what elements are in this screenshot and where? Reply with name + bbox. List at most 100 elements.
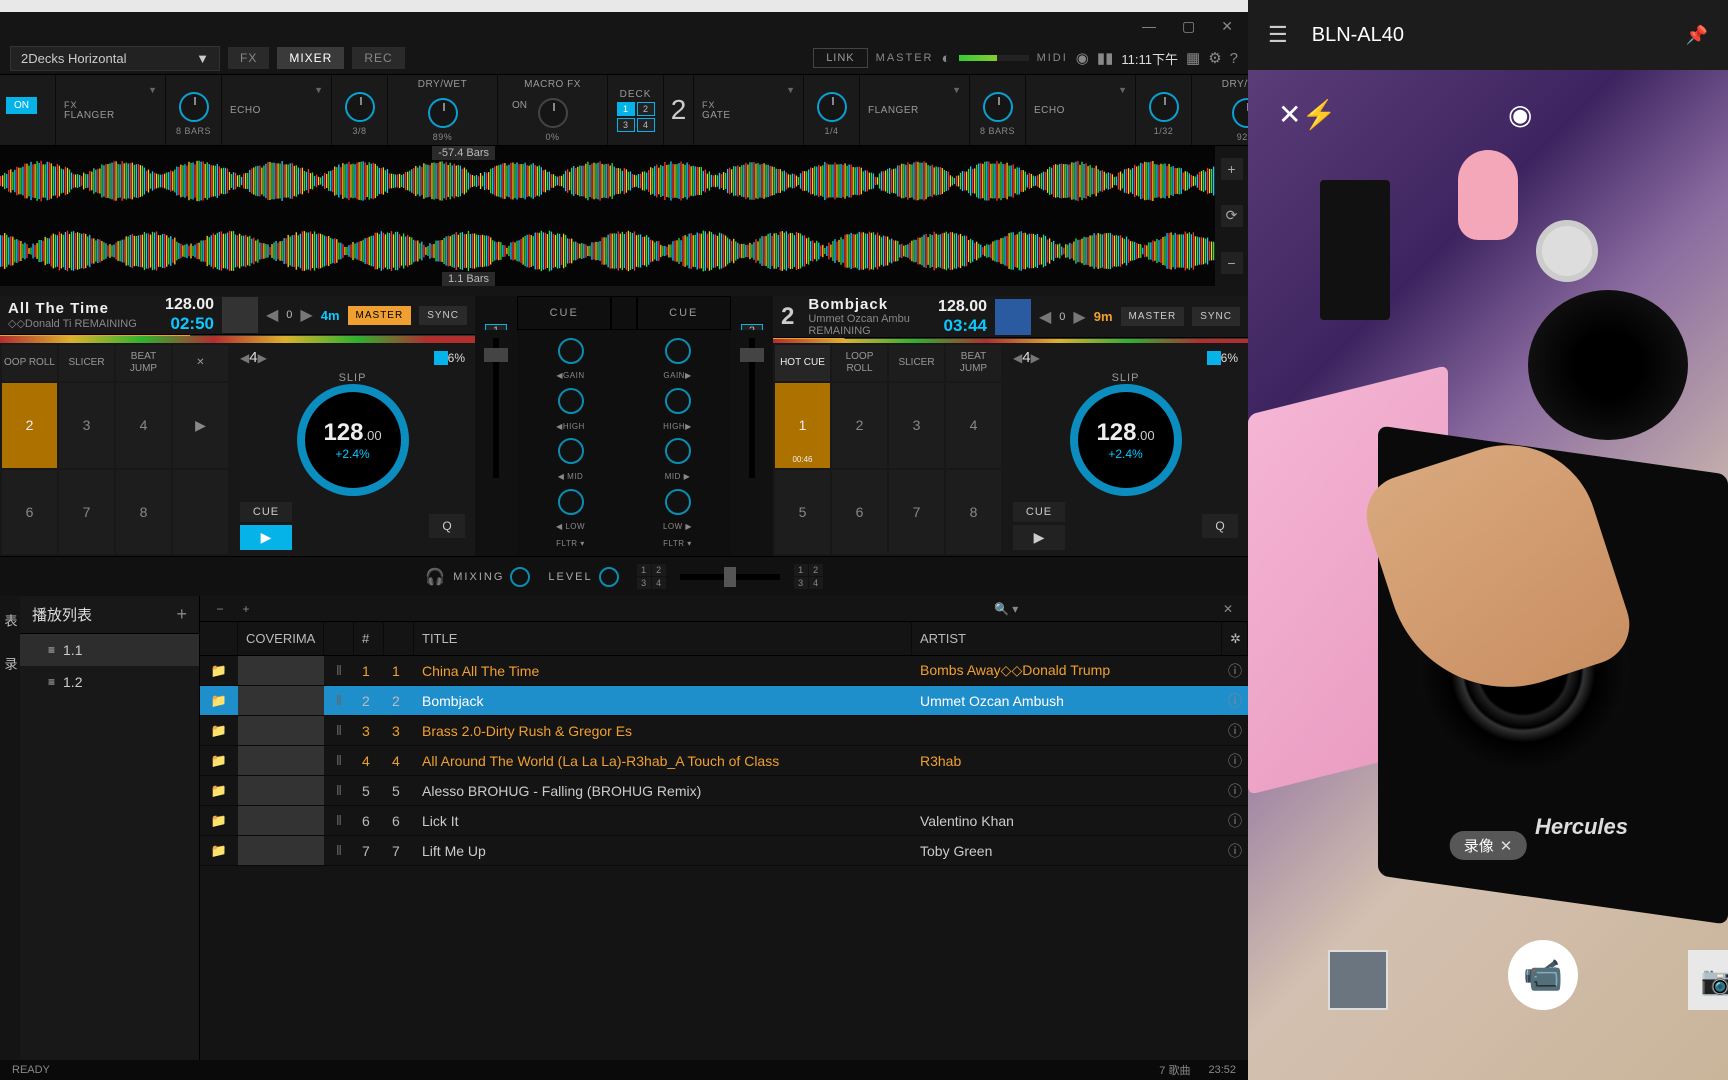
deck-a-jognum-dec[interactable]: ◀	[240, 351, 249, 365]
shutter-button[interactable]: 📹	[1508, 940, 1578, 1010]
fx1-slot2-select[interactable]: ECHO▼	[222, 75, 332, 145]
deck-b-next-icon[interactable]: ▶	[1073, 307, 1085, 327]
pad-tab-slicer-b[interactable]: SLICER	[889, 345, 944, 381]
col-settings-icon[interactable]: ✲	[1222, 622, 1248, 655]
add-playlist-icon[interactable]: +	[176, 604, 187, 625]
browser-expand-icon[interactable]: +	[238, 601, 254, 617]
track-row[interactable]: 📁⦀66Lick ItValentino Khanⓘ	[200, 806, 1248, 836]
deck-a-keylock-icon[interactable]	[434, 351, 448, 365]
fx1-slot1-knob[interactable]	[179, 92, 209, 122]
col-cover[interactable]: COVERIMA	[238, 622, 324, 655]
pad-b-4[interactable]: 4	[946, 383, 1001, 468]
wave-zoom-in[interactable]: +	[1221, 158, 1243, 180]
deck-a-slip[interactable]: SLIP	[339, 372, 367, 384]
pad-tab-close-icon[interactable]: ✕	[173, 345, 228, 381]
track-row[interactable]: 📁⦀11China All The TimeBombs Away◇◇Donald…	[200, 656, 1248, 686]
mixer-toggle[interactable]: MIXER	[277, 47, 344, 69]
pad-b-3[interactable]: 3	[889, 383, 944, 468]
track-row[interactable]: 📁⦀33Brass 2.0-Dirty Rush & Gregor Esⓘ	[200, 716, 1248, 746]
low-a[interactable]	[558, 489, 584, 515]
mid-a[interactable]	[558, 438, 584, 464]
col-hash[interactable]: #	[354, 622, 384, 655]
master-limiter-icon[interactable]: ◐	[942, 50, 951, 67]
waveform-display[interactable]: -57.4 Bars 1.1 Bars	[0, 146, 1215, 286]
settings-icon[interactable]: ⚙	[1208, 49, 1221, 67]
fx1-slot1-select[interactable]: FXFLANGER▼	[56, 75, 166, 145]
playlist-item[interactable]: ≡1.1	[20, 634, 199, 666]
low-b[interactable]	[665, 489, 691, 515]
fx1-on[interactable]: ON	[6, 97, 37, 114]
win-max-icon[interactable]: ▢	[1182, 18, 1195, 35]
browser-collapse-icon[interactable]: −	[212, 601, 228, 617]
cue-a[interactable]: CUE	[517, 296, 611, 330]
deck-a-master[interactable]: MASTER	[348, 306, 412, 325]
cue-b[interactable]: CUE	[637, 296, 731, 330]
deck-a-prev-icon[interactable]: ◀	[266, 305, 278, 325]
deck-b-keylock-icon[interactable]	[1207, 351, 1221, 365]
flash-off-icon[interactable]: ✕⚡	[1278, 98, 1336, 131]
col-artist[interactable]: ARTIST	[912, 622, 1222, 655]
rec-toggle[interactable]: REC	[352, 47, 404, 69]
deck-a-quantize[interactable]: Q	[429, 514, 465, 538]
layout-icon[interactable]: ▦	[1186, 49, 1200, 67]
browser-vertical-tabs[interactable]: 表 录	[0, 596, 20, 1060]
pad-a-3[interactable]: 4	[116, 383, 171, 468]
wave-zoom-out[interactable]: −	[1221, 252, 1243, 274]
phone-menu-icon[interactable]: ☰	[1268, 22, 1288, 48]
deck-b-play[interactable]: ▶	[1013, 525, 1065, 550]
xfade-assign-left[interactable]: 1234	[637, 564, 666, 589]
pad-a-5[interactable]: 6	[2, 470, 57, 555]
win-min-icon[interactable]: —	[1142, 18, 1156, 35]
deck-b-master[interactable]: MASTER	[1121, 307, 1185, 326]
high-a[interactable]	[558, 388, 584, 414]
deck-b-quantize[interactable]: Q	[1202, 514, 1238, 538]
pad-a-6[interactable]: 7	[59, 470, 114, 555]
pad-b-8[interactable]: 8	[946, 470, 1001, 555]
pad-tab-beatjump[interactable]: BEAT JUMP	[116, 345, 171, 381]
pad-b-7[interactable]: 7	[889, 470, 944, 555]
mixing-knob[interactable]	[510, 567, 530, 587]
midi-icon[interactable]: ◉	[1076, 49, 1089, 67]
xfade-assign-right[interactable]: 1234	[794, 564, 823, 589]
fx1-slot2-knob[interactable]	[345, 92, 375, 122]
col-title[interactable]: TITLE	[414, 622, 912, 655]
browser-close-icon[interactable]: ✕	[1220, 601, 1236, 617]
portrait-icon[interactable]: ◉	[1508, 98, 1532, 131]
fx2-s2-knob[interactable]	[983, 92, 1013, 122]
fader-a[interactable]	[493, 338, 499, 478]
pad-a-4[interactable]: ▶	[173, 383, 228, 468]
high-b[interactable]	[665, 388, 691, 414]
deck-b-sync[interactable]: SYNC	[1192, 307, 1240, 326]
help-icon[interactable]: ?	[1230, 50, 1238, 67]
pad-b-6[interactable]: 6	[832, 470, 887, 555]
fx1-macro-knob[interactable]	[538, 98, 568, 128]
pad-tab-hotcue[interactable]: HOT CUE	[775, 345, 830, 381]
pad-tab-looproll[interactable]: OOP ROLL	[2, 345, 57, 381]
gallery-thumbnail[interactable]	[1328, 950, 1388, 1010]
crossfader[interactable]	[680, 574, 780, 580]
pad-b-2[interactable]: 2	[832, 383, 887, 468]
fx1-drywet-knob[interactable]	[428, 98, 458, 128]
track-row[interactable]: 📁⦀55Alesso BROHUG - Falling (BROHUG Remi…	[200, 776, 1248, 806]
deck-a-jognum-inc[interactable]: ▶	[258, 351, 267, 365]
deck-b-jognum-inc[interactable]: ▶	[1031, 351, 1040, 365]
win-close-icon[interactable]: ✕	[1221, 18, 1233, 35]
link-button[interactable]: LINK	[813, 48, 867, 68]
level-knob[interactable]	[599, 567, 619, 587]
deck-b-jognum-dec[interactable]: ◀	[1013, 351, 1022, 365]
search-icon[interactable]: 🔍 ▾	[994, 602, 1018, 616]
filter-a[interactable]: FLTR ▾	[556, 539, 585, 548]
pad-a-8[interactable]	[173, 470, 228, 555]
photo-button[interactable]: 📷	[1688, 950, 1728, 1010]
mid-b[interactable]	[665, 438, 691, 464]
pad-tab-beatjump-b[interactable]: BEAT JUMP	[946, 345, 1001, 381]
track-row[interactable]: 📁⦀22BombjackUmmet Ozcan Ambushⓘ	[200, 686, 1248, 716]
fx1-deck-assign[interactable]: DECK 1234	[608, 75, 664, 145]
fx2-slot3-select[interactable]: ECHO▼	[1026, 75, 1136, 145]
filter-b[interactable]: FLTR ▾	[663, 539, 692, 548]
fx2-s1-knob[interactable]	[817, 92, 847, 122]
deck-a-sync[interactable]: SYNC	[419, 306, 467, 325]
fx2-slot2-select[interactable]: FLANGER▼	[860, 75, 970, 145]
gain-a[interactable]	[558, 338, 584, 364]
deck-b-cue[interactable]: CUE	[1013, 502, 1065, 522]
